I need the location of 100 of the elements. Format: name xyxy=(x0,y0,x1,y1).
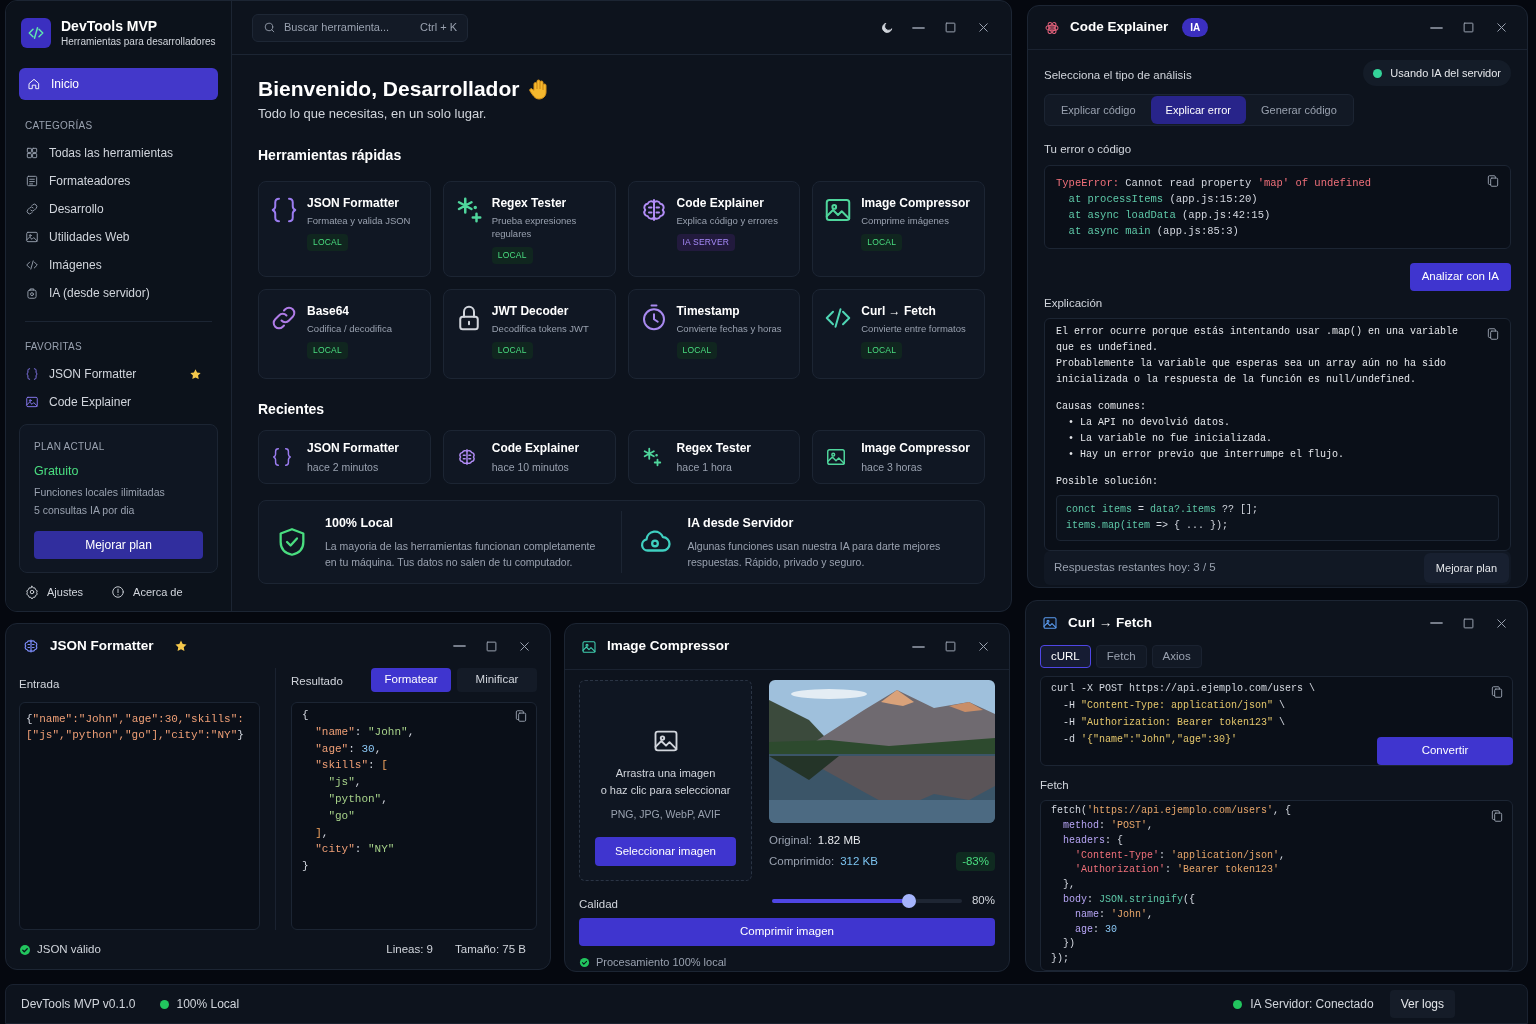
code-line: method: 'POST', xyxy=(1062,819,1155,834)
tool-card[interactable]: Timestamp Convierte fechas y horas LOCAL xyxy=(627,289,801,379)
drop-hint: o haz clic para seleccionar xyxy=(600,783,731,798)
mode-button[interactable]: Minificar xyxy=(457,668,537,692)
favorite-item[interactable]: JSON Formatter xyxy=(19,360,218,388)
recent-time: hace 1 hora xyxy=(676,459,733,475)
tool-card[interactable]: Code Explainer Explica código y errores IA SERVER xyxy=(627,181,801,277)
recent-item[interactable]: Image Compressor hace 3 horas xyxy=(812,430,985,484)
maximize-icon xyxy=(1461,615,1476,631)
minimize-icon xyxy=(453,645,466,647)
bag-icon xyxy=(25,286,39,300)
section-heading: CATEGORÍAS xyxy=(24,119,94,133)
tab[interactable]: Axios xyxy=(1151,645,1202,668)
brain-icon xyxy=(22,637,40,655)
footer-link[interactable]: Acerca de xyxy=(111,583,183,601)
sidebar-item[interactable]: IA (desde servidor) xyxy=(19,279,218,307)
convert-button[interactable]: Convertir xyxy=(1377,737,1513,765)
section-title: Herramientas rápidas xyxy=(258,146,403,165)
tool-card[interactable]: Curl → Fetch Convierte entre formatos LOCAL xyxy=(812,289,985,379)
tab[interactable]: Fetch xyxy=(1095,645,1147,668)
drop-zone[interactable]: Arrastra una imagen o haz clic para seleccionar PNG, JPG, WebP, AVIF Seleccionar imagen xyxy=(579,680,752,881)
tab[interactable]: Explicar código xyxy=(1046,96,1151,125)
mode-button[interactable]: Formatear xyxy=(371,668,451,692)
recent-item[interactable]: JSON Formatter hace 2 minutos xyxy=(258,430,431,484)
tool-description: Decodifica tokens JWT xyxy=(491,322,589,335)
code-line: }); xyxy=(1051,952,1070,967)
stat-label: Comprimido: xyxy=(769,853,835,869)
sidebar-item[interactable]: Todas las herramientas xyxy=(19,139,218,167)
info-title: 100% Local xyxy=(325,515,395,533)
code-line: }) xyxy=(1062,937,1076,952)
tool-name: JWT Decoder xyxy=(491,303,569,319)
tool-description: Convierte fechas y horas xyxy=(676,322,782,335)
copy-button[interactable] xyxy=(514,709,528,723)
recent-name: Image Compressor xyxy=(861,439,970,457)
moon-icon xyxy=(880,20,894,35)
favorite-item[interactable]: Code Explainer xyxy=(19,388,218,416)
copy-button[interactable] xyxy=(1490,809,1504,824)
minimize-button[interactable] xyxy=(1428,24,1445,31)
quality-slider[interactable] xyxy=(771,894,962,908)
grid-icon xyxy=(25,146,39,160)
compress-button[interactable]: Comprimir imagen xyxy=(579,918,995,946)
minimize-button[interactable] xyxy=(451,643,468,649)
code-line: } xyxy=(302,859,310,875)
tool-badge: LOCAL xyxy=(307,342,348,359)
tool-card[interactable]: Base64 Codifica / decodifica LOCAL xyxy=(258,289,431,379)
nav-item[interactable]: Inicio xyxy=(19,68,218,100)
code-line: 'Authorization': 'Bearer token123' xyxy=(1074,863,1281,878)
analyze-button[interactable]: Analizar con IA xyxy=(1409,262,1511,291)
code-line: "js", xyxy=(327,775,363,791)
tab[interactable]: Generar código xyxy=(1246,96,1352,125)
minimize-button[interactable] xyxy=(910,643,927,650)
link-icon xyxy=(25,202,39,216)
tool-name: Regex Tester xyxy=(491,195,567,211)
maximize-icon xyxy=(1461,20,1476,35)
recent-item[interactable]: Code Explainer hace 10 minutos xyxy=(442,430,616,484)
minimize-button[interactable] xyxy=(910,24,927,31)
sidebar-item[interactable]: Formateadores xyxy=(19,167,218,195)
tool-badge: LOCAL xyxy=(307,234,348,251)
copy-button[interactable] xyxy=(1486,173,1500,188)
tool-card[interactable]: Regex Tester Prueba expresiones regulares LOCAL xyxy=(442,181,616,277)
copy-button[interactable] xyxy=(1490,685,1504,699)
upgrade-button[interactable]: Mejorar plan xyxy=(34,531,203,559)
tool-card[interactable]: JSON Formatter Formatea y valida JSON LOCAL xyxy=(258,181,431,277)
tool-card[interactable]: Image Compressor Comprime imágenes LOCAL xyxy=(812,181,985,277)
recent-item[interactable]: Regex Tester hace 1 hora xyxy=(627,430,801,484)
image-icon xyxy=(825,446,848,468)
welcome-subtitle: Todo lo que necesitas, en un solo lugar. xyxy=(258,105,488,123)
search-field[interactable]: Buscar herramienta... Ctrl + K xyxy=(252,13,468,42)
copy-button[interactable] xyxy=(1486,326,1500,341)
tool-description: Codifica / decodifica xyxy=(307,322,393,335)
server-status: IA Servidor: Conectado xyxy=(1233,995,1374,1013)
copy-icon xyxy=(1490,809,1504,824)
select-image-button[interactable]: Seleccionar imagen xyxy=(595,836,736,866)
plan-feature: Funciones locales ilimitadas xyxy=(34,484,166,500)
upgrade-button[interactable]: Mejorar plan xyxy=(1423,552,1509,583)
quota-text: Respuestas restantes hoy: 3 / 5 xyxy=(1054,560,1216,576)
search-icon xyxy=(263,21,276,34)
slider-thumb[interactable] xyxy=(902,894,917,908)
stat-label: Original: xyxy=(769,832,812,848)
sidebar-item[interactable]: Imágenes xyxy=(19,251,218,279)
code-line: "skills": [ xyxy=(314,758,389,774)
error-input-field[interactable]: TypeError: Cannot read property 'map' of undefined at processItems (app.js:15:20) at async loadData (app.js:42:15) at async main (app.js:85:3) xyxy=(1044,164,1511,249)
tool-name: Curl → Fetch xyxy=(861,303,936,319)
footer-link[interactable]: Ajustes xyxy=(25,583,84,601)
section-heading: FAVORITAS xyxy=(24,340,83,354)
tool-description: Convierte entre formatos xyxy=(861,322,966,335)
close-icon xyxy=(976,20,991,35)
sidebar-item[interactable]: Desarrollo xyxy=(19,195,218,223)
tab[interactable]: cURL xyxy=(1040,645,1091,668)
tool-name: JSON Formatter xyxy=(307,195,400,211)
tool-description: Explica código y errores xyxy=(676,214,778,227)
tool-card[interactable]: JWT Decoder Decodifica tokens JWT LOCAL xyxy=(442,289,616,379)
recent-name: Code Explainer xyxy=(491,439,580,457)
logs-button[interactable]: Ver logs xyxy=(1389,990,1455,1018)
json-input-field[interactable]: {"name":"John","age":30,"skills": ["js","python","go"],"city":"NY"} xyxy=(19,702,260,931)
maximize-icon xyxy=(484,638,499,654)
tab[interactable]: Explicar error xyxy=(1150,96,1246,125)
sidebar-item[interactable]: Utilidades Web xyxy=(19,223,218,251)
image-icon xyxy=(581,638,597,655)
minimize-button[interactable] xyxy=(1428,620,1445,626)
